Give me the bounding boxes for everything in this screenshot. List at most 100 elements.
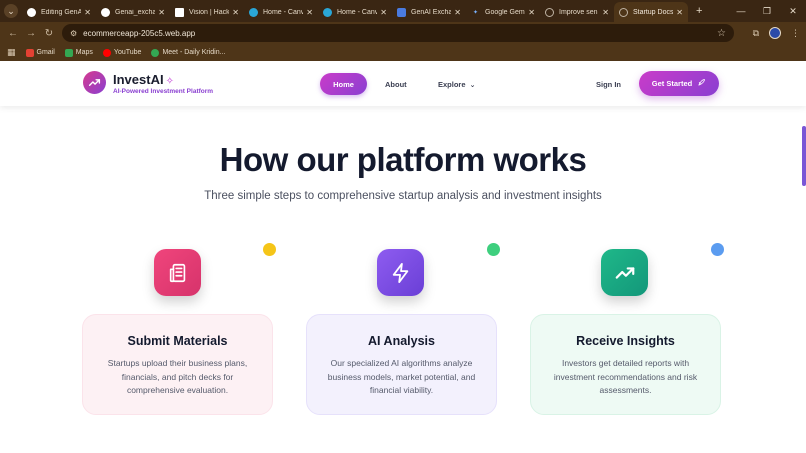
bookmark-youtube[interactable]: YouTube [102,48,142,57]
close-icon[interactable]: ✕ [158,8,165,17]
close-icon[interactable]: ✕ [306,8,313,17]
document-icon [154,249,201,296]
close-icon[interactable]: ✕ [84,8,91,17]
tab-title: Genai_exchange [115,8,156,16]
bookmark-label: Meet - Daily Kridin... [162,49,226,56]
gemini-icon: ✦ [472,9,479,16]
url-text: ecommerceapp-205c5.web.app [83,28,196,38]
card-description: Our specialized AI algorithms analyze bu… [327,358,476,395]
tab-title: Editing GenAI [41,8,82,16]
close-icon[interactable]: ✕ [676,8,683,17]
vision-icon [175,7,184,17]
meet-icon [151,48,160,57]
tab-title: Home - Canva [337,8,378,16]
close-icon[interactable]: ✕ [528,8,535,17]
gmail-icon [25,48,34,57]
close-window-icon[interactable]: ✕ [780,6,806,17]
restore-icon[interactable]: ❐ [754,6,780,17]
step-card-insights: Receive Insights Investors get detailed … [530,314,721,415]
get-started-label: Get Started [651,79,693,88]
nav-explore-dropdown[interactable]: Explore ⌄ [438,80,475,89]
close-icon[interactable]: ✕ [454,8,461,17]
card-title: Submit Materials [127,334,228,348]
logo-trend-icon[interactable] [83,71,106,94]
toolbar-right: ⧉ ⋮ [753,22,800,44]
github-icon [27,7,36,17]
url-field[interactable]: ⚙ ecommerceapp-205c5.web.app ☆ [62,24,734,42]
bookmark-maps[interactable]: Maps [64,48,93,57]
site-info-icon[interactable]: ⚙ [70,29,77,38]
rocket-icon [697,78,706,89]
maps-icon [64,48,73,57]
page: InvestAI ✧ AI-Powered Investment Platform… [0,61,806,453]
decorative-dot [487,243,500,256]
nav-about-link[interactable]: About [385,80,407,89]
sparkle-icon: ✧ [165,76,174,87]
browser-tab[interactable]: GenAI Exchange ✕ [392,2,466,22]
reload-icon[interactable]: ↻ [40,28,58,39]
bookmark-label: Gmail [36,49,55,56]
bookmark-label: YouTube [113,49,142,56]
close-icon[interactable]: ✕ [602,8,609,17]
card-title: Receive Insights [576,334,675,348]
browser-tab[interactable]: Genai_exchange ✕ [96,2,170,22]
bookmark-meet[interactable]: Meet - Daily Kridin... [151,48,226,57]
canva-icon [249,7,258,17]
brand-name[interactable]: InvestAI ✧ [113,72,174,87]
site-header: InvestAI ✧ AI-Powered Investment Platform… [0,61,806,106]
apps-grid-icon[interactable]: ▦ [7,47,16,58]
forward-icon[interactable]: → [22,28,40,39]
close-icon[interactable]: ✕ [232,8,239,17]
close-icon[interactable]: ✕ [380,8,387,17]
browser-tab[interactable]: Vision | Hack ✕ [170,2,244,22]
bookmark-star-icon[interactable]: ☆ [717,28,726,39]
more-menu-icon[interactable]: ⋮ [791,28,800,39]
trend-up-icon [601,249,648,296]
tab-title: Startup Docs [633,8,674,16]
extensions-icon[interactable]: ⧉ [753,28,759,39]
browser-tab[interactable]: Home - Canva ✕ [244,2,318,22]
browser-tab[interactable]: Editing GenAI ✕ [22,2,96,22]
bookmark-label: Maps [75,49,93,56]
nav-explore-label: Explore [438,80,466,89]
avatar[interactable] [769,27,781,39]
get-started-button[interactable]: Get Started [639,71,719,96]
globe-icon [619,7,628,17]
nav-home-link[interactable]: Home [320,73,367,95]
section-title: How our platform works [219,141,587,178]
minimize-icon[interactable]: — [728,6,754,16]
tab-title: GenAI Exchange [411,8,452,16]
brand-tagline: AI-Powered Investment Platform [113,88,214,95]
tab-strip: ⌄ Editing GenAI ✕ Genai_exchange ✕ Visio… [0,0,806,22]
browser-tab[interactable]: Improve sen ✕ [540,2,614,22]
canva-icon [323,7,332,17]
bookmarks-bar: ▦ Gmail Maps YouTube Meet - Daily Kridin… [0,44,806,61]
step-card-analysis: AI Analysis Our specialized AI algorithm… [306,314,497,415]
step-card-submit: Submit Materials Startups upload their b… [82,314,273,415]
tab-title: Vision | Hack [189,8,230,16]
window-controls: — ❐ ✕ [728,0,806,22]
brand-text: InvestAI [113,72,164,87]
genai-icon [397,7,406,17]
back-icon[interactable]: ← [4,28,22,39]
bookmark-gmail[interactable]: Gmail [25,48,55,57]
browser-tab-active[interactable]: Startup Docs ✕ [614,2,688,22]
tab-search-icon[interactable]: ⌄ [4,4,18,18]
youtube-icon [102,48,111,57]
browser-tab[interactable]: Home - Canva ✕ [318,2,392,22]
globe-icon [545,7,554,17]
browser-tab[interactable]: ✦ Google Gemini ✕ [466,2,540,22]
card-description: Investors get detailed reports with inve… [553,358,698,395]
decorative-dot [263,243,276,256]
tab-title: Home - Canva [263,8,304,16]
new-tab-icon[interactable]: + [696,5,702,17]
lightning-icon [377,249,424,296]
tab-title: Improve sen [559,8,598,16]
address-bar: ← → ↻ ⚙ ecommerceapp-205c5.web.app ☆ ⧉ ⋮ [0,22,806,44]
decorative-dot [711,243,724,256]
chevron-down-icon: ⌄ [469,82,476,89]
card-description: Startups upload their business plans, fi… [107,358,248,395]
section-subtitle: Three simple steps to comprehensive star… [204,190,602,202]
github-icon [101,7,110,17]
sign-in-link[interactable]: Sign In [596,80,621,89]
